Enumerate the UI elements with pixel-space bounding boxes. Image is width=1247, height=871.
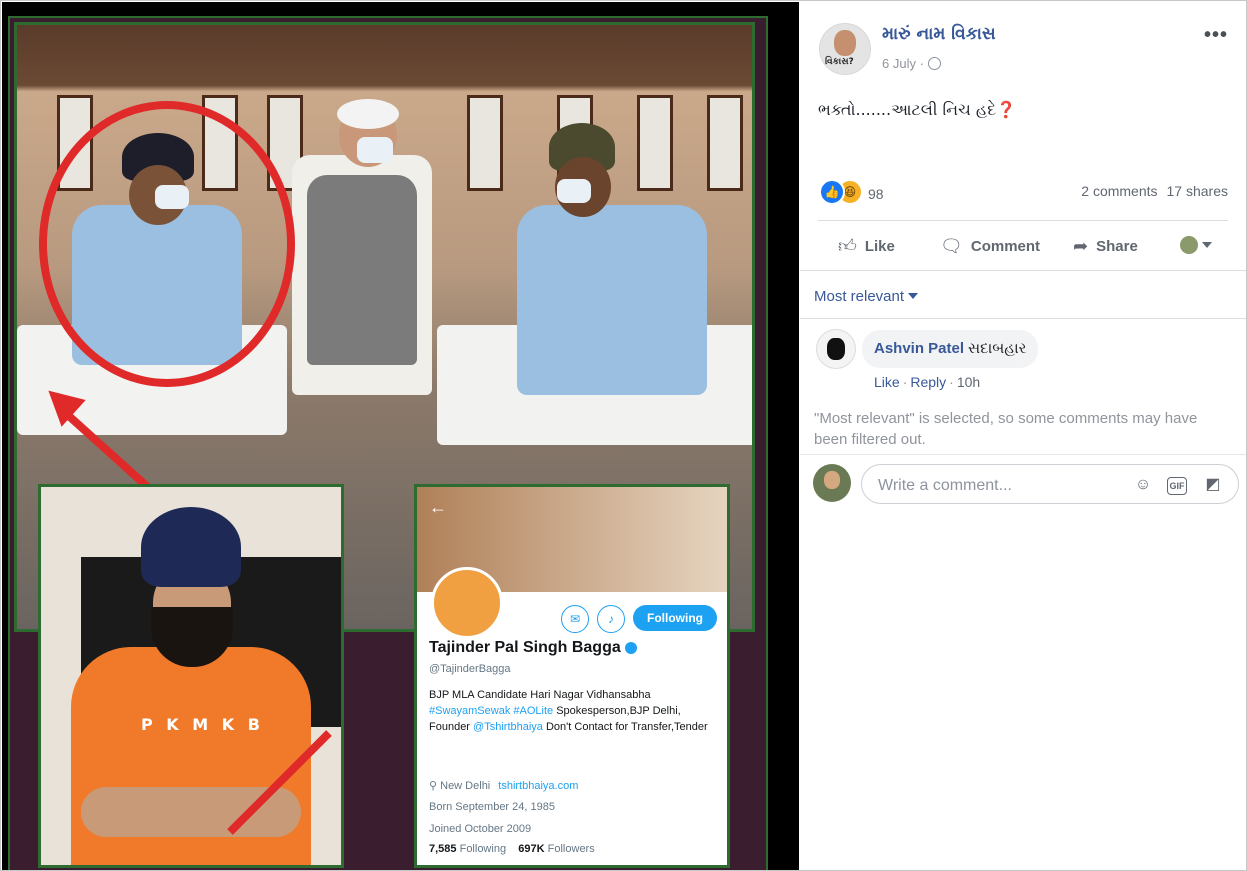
globe-icon	[927, 57, 941, 70]
ward-window	[707, 95, 743, 191]
inset-selfie-photo: P K M K B	[38, 484, 344, 868]
comment-author-link[interactable]: Ashvin Patel	[874, 340, 964, 357]
shares-count-link[interactable]: 17 shares	[1167, 183, 1228, 199]
post-meta: 6 July ·	[882, 56, 941, 71]
like-button[interactable]: 👍︎ Like	[838, 226, 895, 266]
divider	[800, 270, 1246, 271]
face-mask	[557, 179, 591, 203]
blue-turban	[141, 507, 241, 587]
comment-actions: Like · Reply · 10h	[874, 374, 981, 390]
followers-label: Followers	[547, 843, 595, 855]
profile-handle: @TajinderBagga	[429, 663, 511, 675]
sort-label: Most relevant	[814, 288, 905, 305]
profile-location-row: ⚲ New Delhi tshirtbhaiya.com	[429, 780, 579, 792]
bio-mention: @Tshirtbhaiya	[473, 721, 543, 733]
comment-time[interactable]: 10h	[957, 374, 980, 390]
post-as-selector[interactable]	[1180, 226, 1212, 266]
comment-bubble: Ashvin Patel સદાબહાર	[862, 330, 1039, 368]
patient-right	[517, 205, 707, 395]
speech-bubble-icon: 🗨︎	[940, 236, 963, 256]
profile-bio: BJP MLA Candidate Hari Nagar Vidhansabha…	[429, 687, 709, 735]
post-text: ભક્તો.......આટલી નિચ હદે❓	[818, 100, 1017, 119]
avatar-caption: વિકાસ?	[825, 57, 854, 67]
thumbs-up-icon: 👍	[819, 179, 845, 205]
comment-input[interactable]	[876, 474, 1120, 498]
post-panel: વિકાસ? મારું નામ વિકાસ 6 July · ••• ભક્ત…	[800, 2, 1246, 870]
profile-name-text: Tajinder Pal Singh Bagga	[429, 639, 621, 656]
profile-joined: Joined October 2009	[429, 823, 532, 835]
verified-badge-icon	[624, 641, 637, 654]
profile-avatar	[431, 567, 503, 639]
comment-like-link[interactable]: Like	[874, 374, 900, 390]
user-avatar	[1180, 236, 1198, 254]
page-avatar[interactable]: વિકાસ?	[819, 23, 871, 75]
chevron-down-icon	[1202, 242, 1212, 248]
followers-count: 697K	[518, 843, 545, 855]
gif-icon[interactable]: GIF	[1167, 477, 1187, 495]
filter-note: "Most relevant" is selected, so some com…	[814, 410, 1198, 448]
comment-sort-dropdown[interactable]: Most relevant	[814, 288, 919, 305]
post-photo-pane[interactable]: P K M K B ← ✉ ♪ Following Tajinder Pal S…	[2, 2, 799, 870]
share-arrow-icon: ➦	[1073, 236, 1089, 256]
more-options-button[interactable]: •••	[1204, 24, 1228, 47]
divider	[818, 220, 1228, 221]
divider	[800, 318, 1246, 319]
comment-label: Comment	[970, 238, 1041, 255]
twitter-profile-screenshot: ← ✉ ♪ Following Tajinder Pal Singh Bagga…	[414, 484, 730, 868]
visitor-hair	[337, 99, 399, 129]
following-button: Following	[633, 605, 717, 631]
comment-composer[interactable]: ☺ GIF ◩	[861, 464, 1239, 504]
commenter-avatar[interactable]	[816, 329, 856, 369]
profile-website: tshirtbhaiya.com	[498, 780, 579, 792]
like-label: Like	[864, 238, 895, 255]
chevron-down-icon	[908, 293, 919, 299]
reaction-count: 98	[868, 186, 884, 202]
tshirt-print: P K M K B	[141, 715, 264, 734]
avatar-face	[824, 471, 840, 489]
face-mask	[357, 137, 393, 163]
red-circle-annotation	[39, 101, 295, 387]
notification-icon: ♪	[597, 605, 625, 633]
profile-location: New Delhi	[440, 780, 491, 792]
divider	[800, 454, 1246, 455]
following-count: 7,585	[429, 843, 457, 855]
bio-text: Don't Contact for Transfer,Tender	[545, 721, 708, 733]
sticker-icon[interactable]: ◩	[1202, 474, 1224, 496]
comments-count-link[interactable]: 2 comments	[1081, 183, 1157, 199]
back-arrow-icon: ←	[429, 497, 447, 517]
share-label: Share	[1096, 238, 1138, 255]
profile-name: Tajinder Pal Singh Bagga	[429, 639, 637, 657]
ward-window	[637, 95, 673, 191]
avatar-face	[834, 30, 856, 56]
comment-text: સદાબહાર	[968, 340, 1027, 357]
bio-text: BJP MLA Candidate Hari Nagar Vidhansabha	[429, 689, 651, 701]
post-frame: P K M K B ← ✉ ♪ Following Tajinder Pal S…	[0, 0, 1247, 871]
post-date[interactable]: 6 July	[882, 56, 916, 71]
profile-born: Born September 24, 1985	[429, 801, 555, 813]
share-button[interactable]: ➦ Share	[1073, 226, 1138, 266]
ward-window	[467, 95, 503, 191]
post-action-bar: 👍︎ Like 🗨︎ Comment ➦ Share	[818, 226, 1228, 266]
mail-icon: ✉	[561, 605, 589, 633]
page-name-link[interactable]: મારું નામ વિકાસ	[882, 24, 996, 44]
engagement-counts: 2 comments 17 shares	[1081, 183, 1228, 199]
thumbs-up-icon: 👍︎	[838, 236, 857, 256]
comment-button[interactable]: 🗨︎ Comment	[940, 226, 1040, 266]
comment-reply-link[interactable]: Reply	[910, 374, 946, 390]
current-user-avatar[interactable]	[813, 464, 851, 502]
following-label: Following	[459, 843, 507, 855]
bio-hashtags: #SwayamSewak #AOLite	[429, 705, 554, 717]
post-photo[interactable]: P K M K B ← ✉ ♪ Following Tajinder Pal S…	[8, 16, 768, 870]
emoji-icon[interactable]: ☺	[1132, 474, 1154, 496]
visitor-vest	[307, 175, 417, 365]
avatar-sketch	[827, 338, 845, 360]
profile-counts: 7,585 Following 697K Followers	[429, 843, 595, 855]
